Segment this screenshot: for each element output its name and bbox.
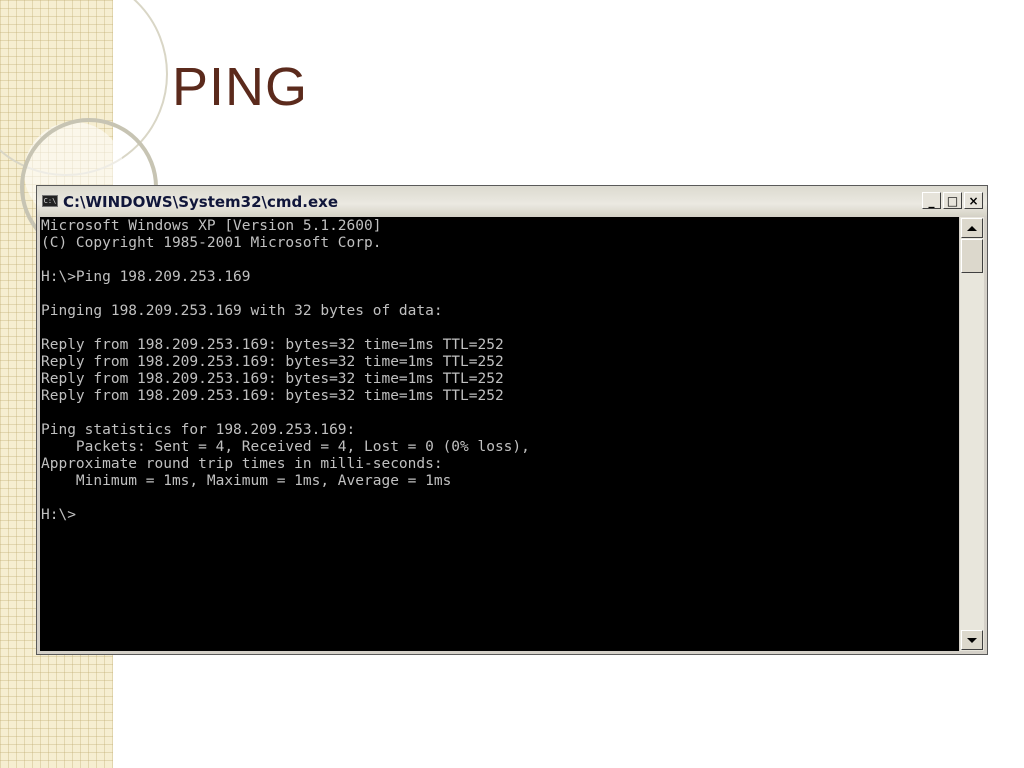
maximize-button[interactable]: □: [943, 192, 962, 209]
window-controls: _ □ ×: [922, 192, 983, 209]
console-line: (C) Copyright 1985-2001 Microsoft Corp.: [41, 235, 382, 251]
minimize-button[interactable]: _: [922, 192, 941, 209]
console-line: Pinging 198.209.253.169 with 32 bytes of…: [41, 303, 443, 319]
console-line: Microsoft Windows XP [Version 5.1.2600]: [41, 218, 382, 234]
console-line: Minimum = 1ms, Maximum = 1ms, Average = …: [41, 473, 452, 489]
close-button[interactable]: ×: [964, 192, 983, 209]
console-line: H:\>Ping 198.209.253.169: [41, 269, 251, 285]
console-line: Approximate round trip times in milli-se…: [41, 456, 443, 472]
arrow-up-icon: [967, 225, 977, 231]
scrollbar-thumb[interactable]: [961, 239, 983, 273]
slide-title: PING: [172, 57, 309, 117]
arrow-down-icon: [967, 637, 977, 643]
slide: PING C:\ C:\WINDOWS\System32\cmd.exe _ □…: [0, 0, 1024, 768]
console-line: Reply from 198.209.253.169: bytes=32 tim…: [41, 337, 504, 353]
cmd-icon[interactable]: C:\: [42, 195, 58, 207]
scroll-down-button[interactable]: [961, 630, 983, 650]
console-line: Reply from 198.209.253.169: bytes=32 tim…: [41, 371, 504, 387]
console-output[interactable]: Microsoft Windows XP [Version 5.1.2600](…: [40, 217, 959, 651]
cmd-window[interactable]: C:\ C:\WINDOWS\System32\cmd.exe _ □ × Mi…: [36, 185, 988, 655]
console-line: Reply from 198.209.253.169: bytes=32 tim…: [41, 354, 504, 370]
console-line: Reply from 198.209.253.169: bytes=32 tim…: [41, 388, 504, 404]
console-line: Packets: Sent = 4, Received = 4, Lost = …: [41, 439, 530, 455]
window-title: C:\WINDOWS\System32\cmd.exe: [63, 193, 339, 211]
console-line: H:\>: [41, 507, 76, 523]
vertical-scrollbar[interactable]: [960, 217, 984, 651]
window-titlebar[interactable]: C:\ C:\WINDOWS\System32\cmd.exe _ □ ×: [37, 186, 987, 216]
scroll-up-button[interactable]: [961, 218, 983, 238]
console-line: Ping statistics for 198.209.253.169:: [41, 422, 356, 438]
